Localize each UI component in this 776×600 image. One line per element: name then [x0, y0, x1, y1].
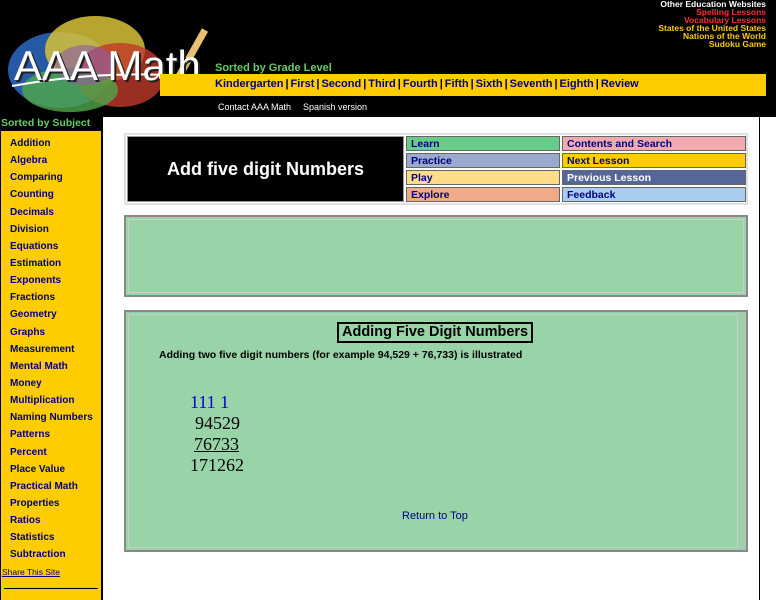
sidebar-subject-link[interactable]: Comparing: [1, 169, 101, 186]
sidebar-subject-link[interactable]: Equations: [1, 238, 101, 255]
sidebar-subject-link[interactable]: Properties: [1, 495, 101, 512]
sidebar-subject-link[interactable]: Place Value: [1, 461, 101, 478]
grade-link-separator: |: [595, 78, 599, 90]
aaa-math-logo[interactable]: AAA Math: [0, 0, 215, 117]
sidebar-subject-link[interactable]: Patterns: [1, 426, 101, 443]
nav-contents-link[interactable]: Contents and Search: [562, 136, 746, 151]
grade-link-separator: |: [504, 78, 508, 90]
addend-2: 76733: [194, 434, 239, 454]
sidebar-subject-link[interactable]: Division: [1, 221, 101, 238]
grade-link-separator: |: [470, 78, 474, 90]
subject-title: Sorted by Subject: [0, 117, 103, 131]
sidebar-subject-link[interactable]: Statistics: [1, 529, 101, 546]
sidebar-subject-link[interactable]: Estimation: [1, 255, 101, 272]
sidebar-subject-link[interactable]: Mental Math: [1, 358, 101, 375]
grade-link[interactable]: Kindergarten: [215, 78, 283, 90]
sidebar-subject-link[interactable]: Subtraction: [1, 546, 101, 563]
sidebar-subject-link[interactable]: Multiplication: [1, 392, 101, 409]
nav-next-lesson-link[interactable]: Next Lesson: [562, 153, 746, 168]
spanish-version-link[interactable]: Spanish version: [303, 102, 367, 112]
grade-link[interactable]: Third: [368, 78, 396, 90]
grade-link-separator: |: [363, 78, 367, 90]
sidebar-subject-link[interactable]: Counting: [1, 186, 101, 203]
content-scrollbar[interactable]: [741, 312, 746, 550]
contact-link[interactable]: Contact AAA Math: [218, 102, 291, 112]
sum-result: 171262: [190, 455, 244, 475]
grade-link-separator: |: [439, 78, 443, 90]
subject-list: Addition Algebra Comparing Counting Decimals…: [1, 131, 101, 564]
sidebar-subject-link[interactable]: Measurement: [1, 341, 101, 358]
grade-level-links: Kindergarten | First | Second | Third | Fourth | F…: [215, 78, 639, 90]
grade-link-separator: |: [397, 78, 401, 90]
nav-feedback-link[interactable]: Feedback: [562, 187, 746, 202]
sidebar-subject-link[interactable]: Percent: [1, 444, 101, 461]
sidebar-subject-link[interactable]: Algebra: [1, 152, 101, 169]
lesson-heading: Adding Five Digit Numbers: [337, 322, 534, 343]
sidebar-subject-link[interactable]: Fractions: [1, 289, 101, 306]
grade-link-separator: |: [285, 78, 289, 90]
sidebar-subject-link[interactable]: Exponents: [1, 272, 101, 289]
sidebar-subject-link[interactable]: Ratios: [1, 512, 101, 529]
grade-link[interactable]: Second: [321, 78, 361, 90]
share-site-link[interactable]: Share This Site: [2, 567, 60, 577]
nav-explore-link[interactable]: Explore: [406, 187, 560, 202]
nav-practice-link[interactable]: Practice: [406, 153, 560, 168]
lesson-description: Adding two five digit numbers (for examp…: [159, 349, 523, 361]
carry-digits: 111 1: [190, 392, 230, 412]
right-border: [759, 117, 760, 600]
other-sites-list: Other Education Websites Spelling Lesson…: [658, 0, 766, 48]
grade-link[interactable]: Review: [601, 78, 639, 90]
grade-link[interactable]: First: [291, 78, 315, 90]
sidebar-subject-link[interactable]: Money: [1, 375, 101, 392]
grade-link[interactable]: Sixth: [476, 78, 503, 90]
sidebar-divider: [4, 588, 98, 589]
nav-learn-link[interactable]: Learn: [406, 136, 560, 151]
nav-previous-lesson-link[interactable]: Previous Lesson: [562, 170, 746, 185]
grade-link[interactable]: Seventh: [510, 78, 553, 90]
other-site-link[interactable]: Sudoku Game: [658, 40, 766, 49]
lesson-title: Add five digit Numbers: [166, 158, 364, 179]
sidebar-subject-link[interactable]: Geometry: [1, 306, 101, 323]
nav-play-link[interactable]: Play: [406, 170, 560, 185]
sidebar-subject-link[interactable]: Addition: [1, 135, 101, 152]
ad-area-inner: [128, 219, 744, 293]
grade-link[interactable]: Eighth: [560, 78, 594, 90]
subject-sidebar: Addition Algebra Comparing Counting Decimals…: [0, 131, 103, 600]
sidebar-subject-link[interactable]: Graphs: [1, 324, 101, 341]
grade-link[interactable]: Fifth: [445, 78, 469, 90]
sidebar-subject-link[interactable]: Naming Numbers: [1, 409, 101, 426]
grade-link[interactable]: Fourth: [403, 78, 438, 90]
grade-link-separator: |: [316, 78, 320, 90]
grade-link-separator: |: [554, 78, 558, 90]
ad-area: [124, 215, 748, 297]
addend-1: 94529: [195, 413, 240, 433]
return-to-top-link[interactable]: Return to Top: [402, 510, 468, 522]
sidebar-subject-link[interactable]: Practical Math: [1, 478, 101, 495]
sidebar-subject-link[interactable]: Decimals: [1, 204, 101, 221]
grade-level-title: Sorted by Grade Level: [215, 62, 332, 74]
